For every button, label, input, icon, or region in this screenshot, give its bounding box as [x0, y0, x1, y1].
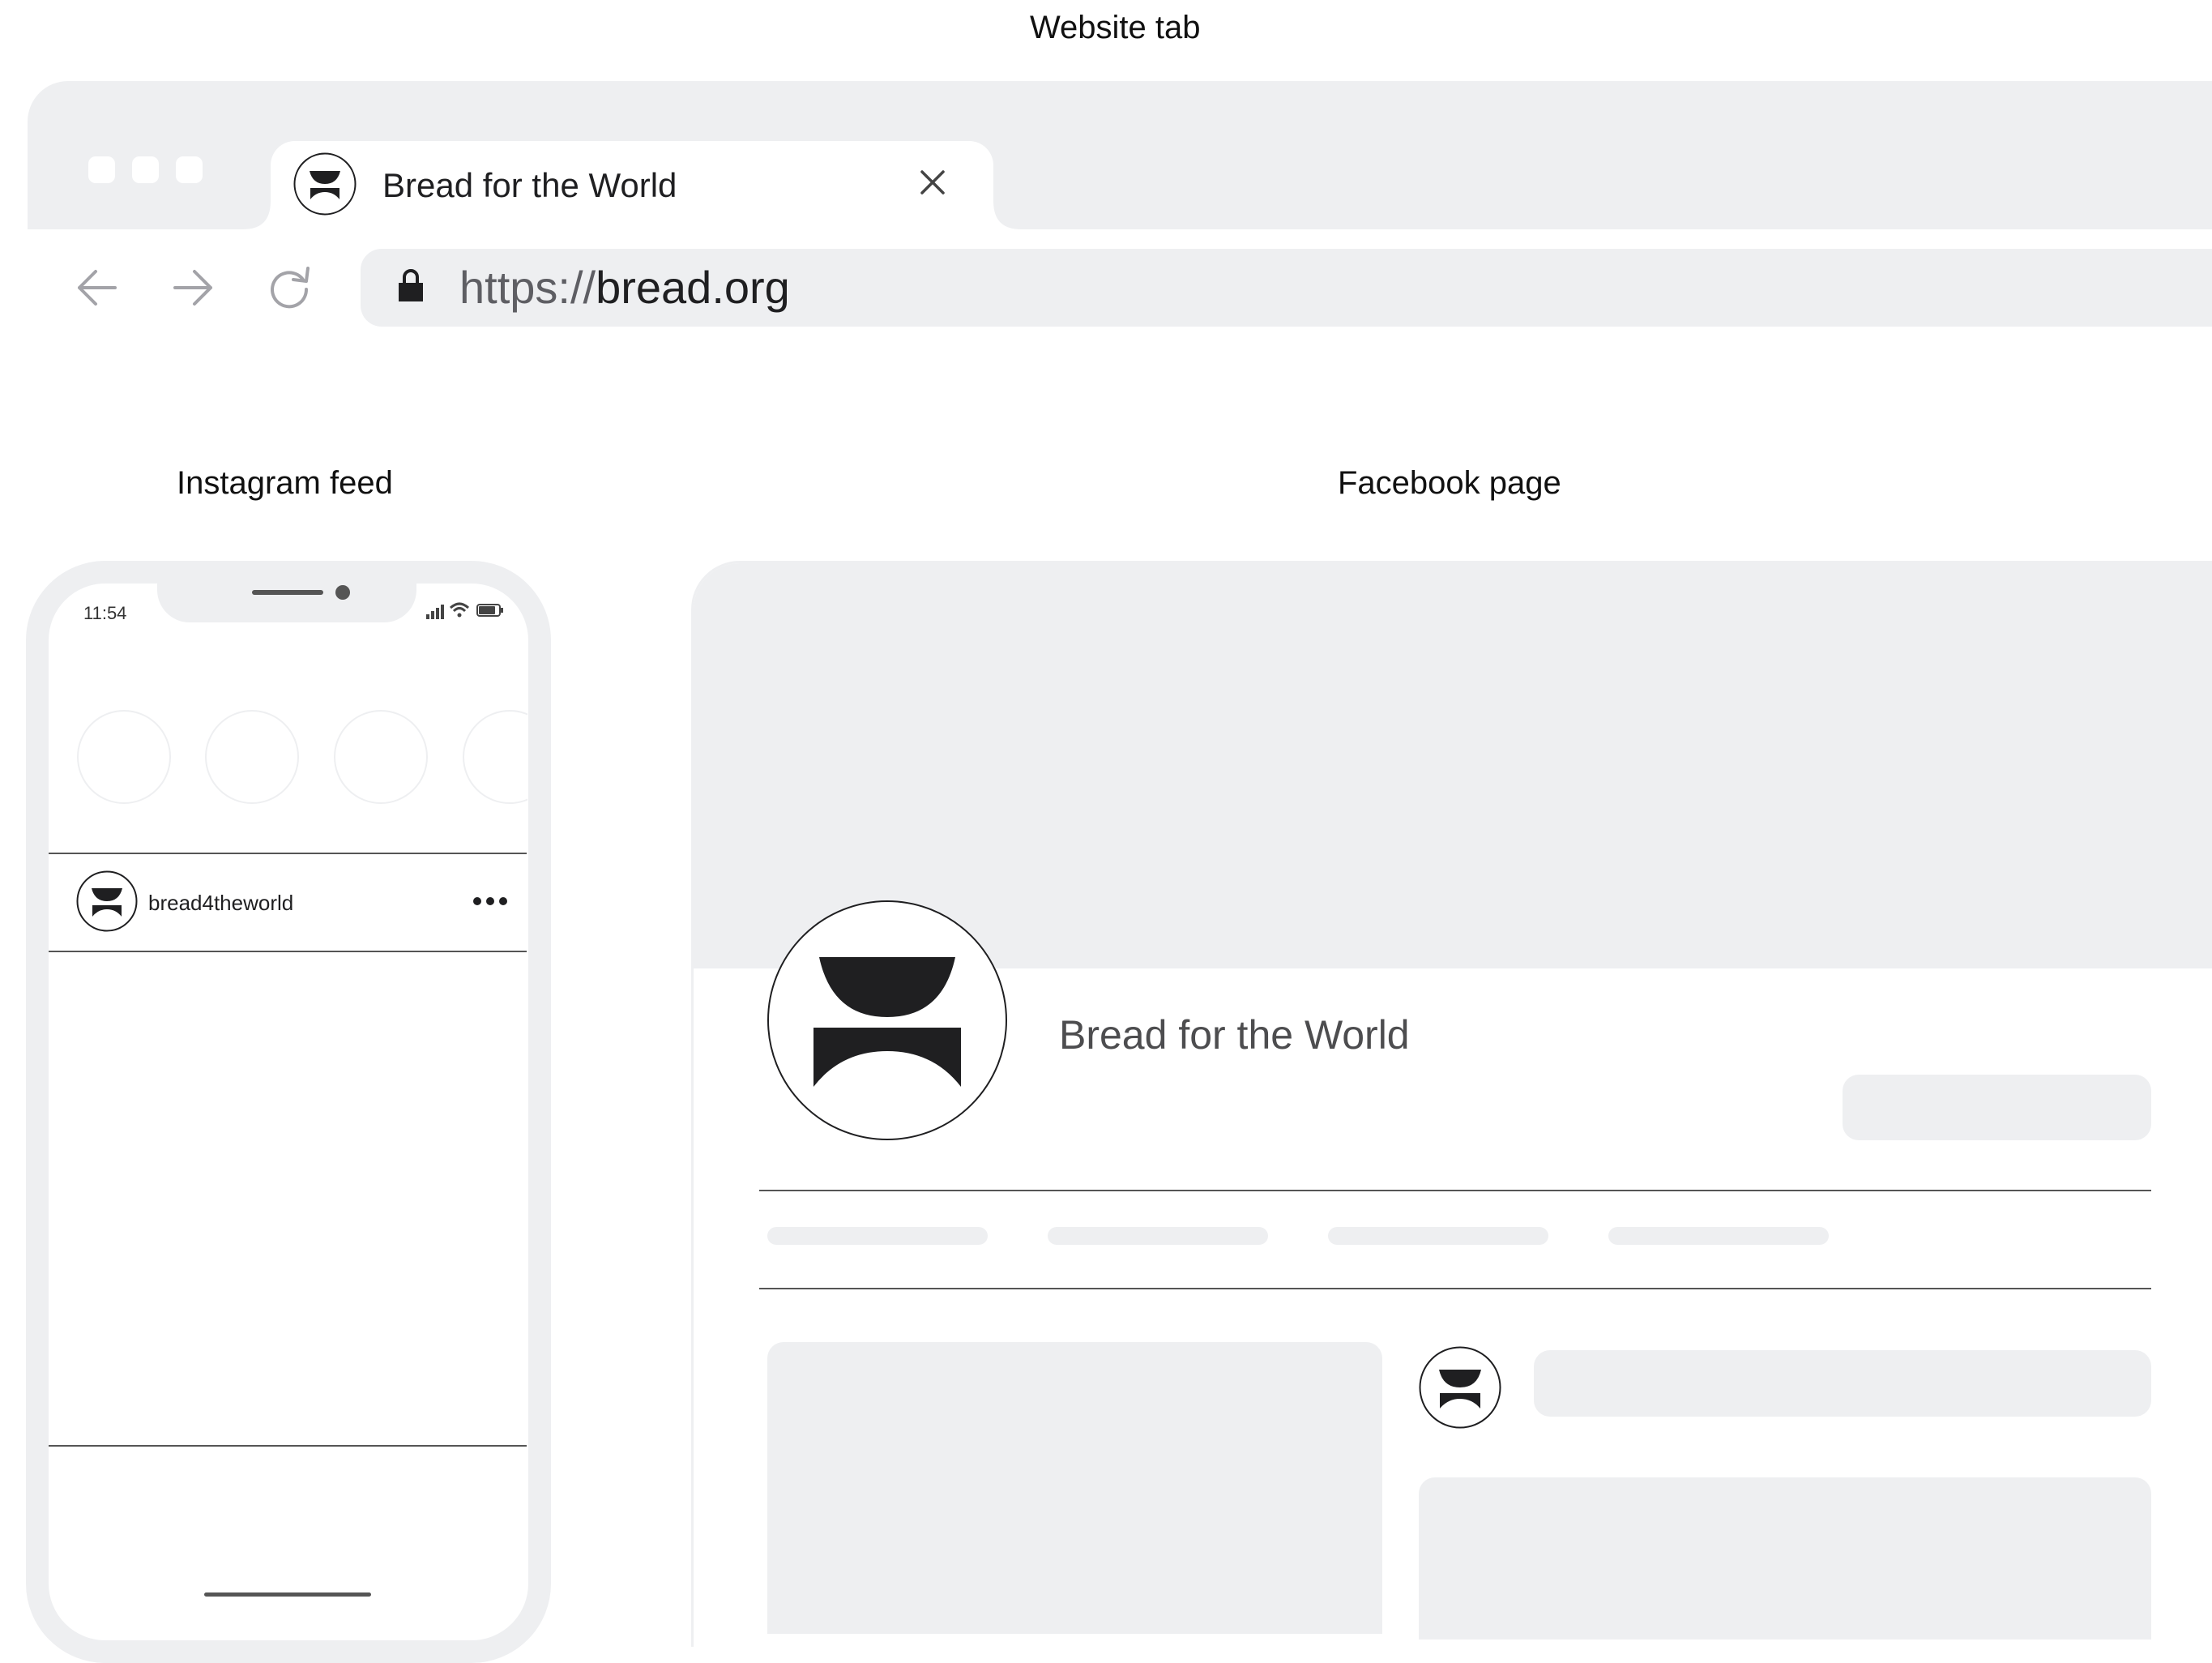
speaker-grille — [252, 590, 323, 595]
post-content-placeholder — [1419, 1477, 2151, 1639]
page-name: Bread for the World — [1059, 1012, 1410, 1058]
more-icon[interactable] — [472, 894, 508, 908]
action-button-placeholder[interactable] — [1843, 1075, 2151, 1140]
page-avatar[interactable] — [767, 900, 1007, 1140]
window-control-dot[interactable] — [132, 156, 159, 183]
tab-shoulder — [243, 201, 271, 229]
lock-icon — [397, 267, 425, 303]
nav-tab-placeholder[interactable] — [1328, 1227, 1548, 1245]
front-camera — [335, 585, 350, 600]
intro-card-placeholder — [767, 1342, 1382, 1634]
nav-tab-placeholder[interactable] — [1048, 1227, 1268, 1245]
post-author-avatar[interactable] — [1419, 1346, 1501, 1429]
signal-icon — [425, 603, 445, 619]
battery-icon — [476, 603, 504, 618]
reload-icon[interactable] — [266, 263, 313, 310]
post-composer-placeholder[interactable] — [1534, 1350, 2151, 1417]
story-circle[interactable] — [205, 710, 299, 804]
home-indicator — [204, 1592, 371, 1597]
tab-shoulder — [993, 201, 1021, 229]
window-control-dot[interactable] — [88, 156, 115, 183]
divider — [49, 853, 527, 854]
story-circle[interactable] — [334, 710, 428, 804]
url-text[interactable]: https://bread.org — [459, 261, 790, 314]
phone-notch — [157, 579, 416, 622]
arrow-back-icon[interactable] — [75, 265, 120, 310]
instagram-feed-caption: Instagram feed — [177, 465, 393, 501]
story-circle-partial[interactable] — [463, 710, 527, 804]
post-image-area[interactable] — [49, 952, 527, 1445]
url-scheme: https:// — [459, 262, 596, 313]
post-avatar[interactable] — [76, 870, 138, 932]
facebook-page-caption: Facebook page — [1338, 465, 1561, 501]
divider — [759, 1190, 2151, 1191]
url-host: bread.org — [596, 262, 790, 313]
close-icon[interactable] — [919, 169, 946, 196]
window-control-dot[interactable] — [176, 156, 203, 183]
divider — [759, 1288, 2151, 1289]
tab-favicon — [293, 152, 357, 216]
story-circle[interactable] — [77, 710, 171, 804]
nav-tab-placeholder[interactable] — [767, 1227, 988, 1245]
post-username[interactable]: bread4theworld — [148, 891, 293, 916]
website-tab-caption: Website tab — [1030, 10, 1201, 45]
wifi-icon — [449, 601, 470, 618]
tab-title: Bread for the World — [382, 166, 677, 204]
nav-tab-placeholder[interactable] — [1608, 1227, 1829, 1245]
status-time: 11:54 — [83, 603, 127, 623]
arrow-forward-icon[interactable] — [170, 265, 216, 310]
divider — [49, 1445, 527, 1447]
